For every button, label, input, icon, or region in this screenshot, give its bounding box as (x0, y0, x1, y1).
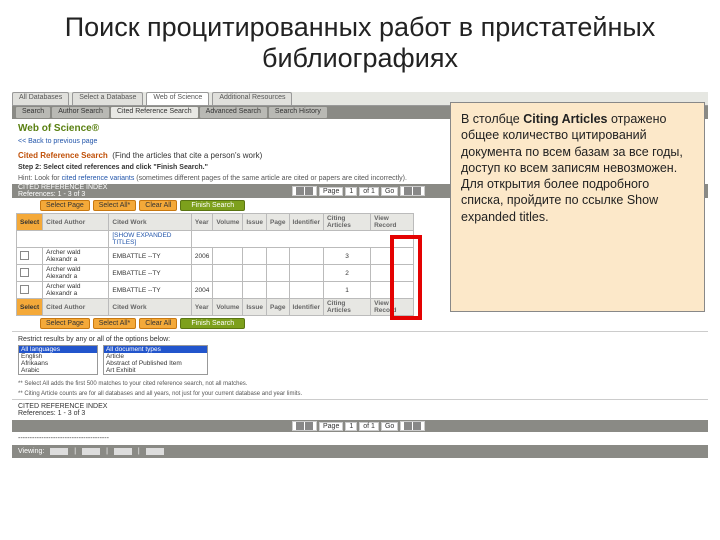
subtab-cited-ref[interactable]: Cited Reference Search (111, 107, 198, 118)
subtab-search[interactable]: Search (16, 107, 50, 118)
first-page-icon[interactable] (296, 187, 304, 195)
page-input[interactable]: 1 (345, 187, 357, 196)
th-issue[interactable]: Issue (243, 214, 267, 231)
next-page-icon[interactable] (404, 187, 412, 195)
restrict-section: Restrict results by any or all of the op… (12, 331, 708, 379)
highlight-box-citing (390, 235, 422, 320)
th-page[interactable]: Page (266, 214, 289, 231)
row-checkbox[interactable] (20, 251, 29, 260)
table-footer: SelectCited AuthorCited WorkYearVolumeIs… (17, 299, 414, 316)
view-tag[interactable] (114, 448, 132, 455)
doctype-select[interactable]: All document types ArticleAbstract of Pu… (103, 345, 208, 375)
th-volume[interactable]: Volume (213, 214, 243, 231)
table-header: Select Cited Author Cited Work Year Volu… (17, 214, 414, 231)
go-button[interactable]: Go (381, 187, 398, 196)
table-row: Archer wald Alexandr aEMBATTLE --TY20041 (17, 282, 414, 299)
footnote: ** Select All adds the first 500 matches… (12, 379, 708, 389)
results-table: Select Cited Author Cited Work Year Volu… (16, 213, 414, 316)
th-work[interactable]: Cited Work (109, 214, 192, 231)
tab-all-db[interactable]: All Databases (12, 92, 69, 105)
footnote: ** Citing Article counts are for all dat… (12, 389, 708, 399)
finish-search-button[interactable]: Finish Search (180, 318, 245, 329)
finish-search-button[interactable]: Finish Search (180, 200, 245, 211)
viewing-bar: Viewing: | | | (12, 445, 708, 458)
clear-all-button[interactable]: Clear All (139, 200, 177, 211)
th-view[interactable]: View Record (371, 214, 414, 231)
subtab-history[interactable]: Search History (269, 107, 327, 118)
view-tag[interactable] (50, 448, 68, 455)
subtab-advanced[interactable]: Advanced Search (200, 107, 267, 118)
pager-bottom: Page1of 1Go (292, 421, 425, 431)
page-input[interactable]: 1 (345, 422, 357, 431)
prev-page-icon[interactable] (305, 187, 313, 195)
next-page-icon[interactable] (404, 422, 412, 430)
output-row: --------------------------------------- (12, 432, 708, 445)
pager-top: Page 1 of 1 Go (292, 186, 425, 196)
tab-additional[interactable]: Additional Resources (212, 92, 292, 105)
pager-bar-bottom: Page1of 1Go (12, 420, 708, 432)
select-page-button[interactable]: Select Page (40, 318, 90, 329)
hint-link[interactable]: cited reference variants (62, 175, 135, 182)
last-page-icon[interactable] (413, 422, 421, 430)
go-button[interactable]: Go (381, 422, 398, 431)
clear-all-button[interactable]: Clear All (139, 318, 177, 329)
first-page-icon[interactable] (296, 422, 304, 430)
th-author[interactable]: Cited Author (43, 214, 109, 231)
row-checkbox[interactable] (20, 285, 29, 294)
subtab-author[interactable]: Author Search (52, 107, 109, 118)
last-page-icon[interactable] (413, 187, 421, 195)
slide-title: Поиск процитированных работ в пристатейн… (0, 0, 720, 82)
th-year[interactable]: Year (191, 214, 212, 231)
row-checkbox[interactable] (20, 268, 29, 277)
view-tag[interactable] (82, 448, 100, 455)
cri-footer: CITED REFERENCE INDEXReferences: 1 - 3 o… (12, 399, 708, 420)
select-page-button[interactable]: Select Page (40, 200, 90, 211)
prev-page-icon[interactable] (305, 422, 313, 430)
button-row-bottom: Select Page Select All* Clear All Finish… (12, 316, 708, 331)
language-select[interactable]: All languages EnglishAfrikaansArabic (18, 345, 98, 375)
tab-wos[interactable]: Web of Science (146, 92, 209, 105)
tab-select-db[interactable]: Select a Database (72, 92, 143, 105)
show-expanded-link[interactable]: [SHOW EXPANDED TITLES] (109, 231, 192, 248)
th-select[interactable]: Select (17, 214, 43, 231)
view-tag[interactable] (146, 448, 164, 455)
table-row: Archer wald Alexandr aEMBATTLE --TY2 (17, 265, 414, 282)
th-citing[interactable]: Citing Articles (323, 214, 370, 231)
select-all-button[interactable]: Select All* (93, 200, 137, 211)
th-ident[interactable]: Identifier (289, 214, 323, 231)
table-row: Archer wald Alexandr aEMBATTLE --TY20063 (17, 248, 414, 265)
annotation-callout: В столбце Citing Articles отражено общее… (450, 102, 705, 312)
select-all-button[interactable]: Select All* (93, 318, 137, 329)
